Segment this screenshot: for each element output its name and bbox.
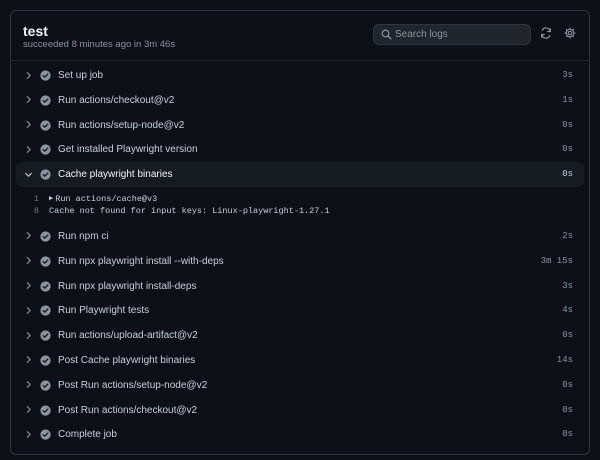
success-check-icon (40, 231, 51, 242)
step-duration: 2s (562, 230, 573, 241)
chevron-down-icon[interactable] (21, 167, 35, 181)
refresh-icon (540, 26, 552, 44)
step-name: Run npx playwright install --with-deps (58, 255, 224, 267)
step-row[interactable]: Run npx playwright install-deps 3s (11, 274, 589, 299)
success-check-icon (40, 70, 51, 81)
step-log-output: 1 ▶ Run actions/cache@v3 8 Cache not found f… (11, 187, 589, 224)
log-line: 8 Cache not found for input keys: Linux-p… (11, 205, 589, 217)
log-line-text: Run actions/cache@v3 (55, 193, 158, 204)
search-logs-input[interactable] (395, 25, 525, 44)
log-line-number[interactable]: 8 (11, 206, 49, 216)
log-line[interactable]: 1 ▶ Run actions/cache@v3 (11, 193, 589, 205)
step-row[interactable]: Run actions/setup-node@v2 0s (11, 113, 589, 138)
steps-list: Set up job 3s Run actions/checkout@v2 1s Run… (11, 63, 589, 447)
step-row[interactable]: Post Run actions/checkout@v2 0s (11, 398, 589, 423)
step-name: Set up job (58, 70, 104, 81)
step-name: Get installed Playwright version (58, 144, 198, 156)
step-duration: 0s (562, 144, 573, 155)
step-duration: 0s (562, 379, 573, 390)
chevron-right-icon[interactable] (21, 403, 35, 417)
success-check-icon (40, 330, 51, 341)
step-duration: 3m 15s (540, 255, 573, 266)
job-status-summary: succeeded 8 minutes ago in 3m 46s (23, 39, 176, 50)
expand-triangle-icon[interactable]: ▶ (49, 194, 53, 203)
success-check-icon (40, 169, 51, 180)
job-log-panel: test succeeded 8 minutes ago in 3m 46s S… (10, 10, 590, 455)
step-name: Run actions/checkout@v2 (58, 94, 175, 106)
step-row[interactable]: Run Playwright tests 4s (11, 298, 589, 323)
step-name: Post Run actions/setup-node@v2 (58, 379, 208, 391)
success-check-icon (40, 95, 51, 106)
success-check-icon (40, 404, 51, 416)
step-name: Post Cache playwright binaries (58, 354, 196, 366)
success-check-icon (40, 380, 51, 391)
job-header: test succeeded 8 minutes ago in 3m 46s (11, 11, 589, 61)
gear-icon (564, 26, 576, 44)
step-duration: 0s (562, 429, 573, 440)
step-duration: 4s (562, 305, 573, 316)
step-row[interactable]: Run npx playwright install --with-deps 3m… (11, 249, 589, 274)
step-name: Cache playwright binaries (58, 169, 173, 181)
step-row[interactable]: Set up job 3s (11, 63, 589, 88)
step-name: Run npx playwright install-deps (58, 280, 197, 292)
step-duration: 0s (562, 404, 573, 415)
log-line-number[interactable]: 1 (11, 194, 49, 204)
step-name: Complete job (58, 429, 117, 441)
success-check-icon (40, 256, 51, 267)
step-duration: 0s (562, 169, 573, 180)
settings-button[interactable] (562, 27, 578, 43)
chevron-right-icon[interactable] (21, 279, 35, 293)
step-row[interactable]: Post Run actions/setup-node@v2 0s (11, 373, 589, 398)
chevron-right-icon[interactable] (21, 378, 35, 392)
step-duration: 0s (562, 119, 573, 130)
chevron-right-icon[interactable] (21, 303, 35, 317)
search-icon (377, 24, 395, 45)
chevron-right-icon[interactable] (21, 142, 35, 156)
success-check-icon (40, 119, 51, 131)
step-duration: 1s (562, 94, 573, 105)
success-check-icon (40, 429, 51, 441)
success-check-icon (40, 144, 51, 156)
chevron-right-icon[interactable] (21, 328, 35, 342)
chevron-right-icon[interactable] (21, 427, 35, 441)
step-duration: 3s (562, 280, 573, 291)
step-row[interactable]: Complete job 0s (11, 422, 589, 447)
step-name: Run npm ci (58, 230, 109, 242)
chevron-right-icon[interactable] (21, 353, 35, 367)
step-row[interactable]: Get installed Playwright version 0s (11, 137, 589, 162)
step-duration: 0s (562, 330, 573, 341)
step-name: Post Run actions/checkout@v2 (58, 404, 198, 416)
chevron-right-icon[interactable] (21, 254, 35, 268)
success-check-icon (40, 280, 51, 292)
job-title: test (23, 23, 48, 39)
chevron-right-icon[interactable] (21, 93, 35, 107)
step-duration: 3s (562, 70, 573, 80)
search-logs-box[interactable] (373, 24, 531, 45)
step-name: Run actions/setup-node@v2 (58, 119, 185, 131)
success-check-icon (40, 355, 51, 366)
log-line-text: Cache not found for input keys: Linux-pl… (49, 205, 330, 216)
step-row[interactable]: Run npm ci 2s (11, 224, 589, 249)
step-name: Run Playwright tests (58, 305, 150, 317)
step-duration: 14s (556, 354, 573, 365)
step-row[interactable]: Cache playwright binaries 0s (16, 162, 584, 187)
chevron-right-icon[interactable] (21, 118, 35, 132)
chevron-right-icon[interactable] (21, 229, 35, 243)
chevron-right-icon[interactable] (21, 68, 35, 82)
step-row[interactable]: Post Cache playwright binaries 14s (11, 348, 589, 373)
step-row[interactable]: Run actions/checkout@v2 1s (11, 88, 589, 113)
success-check-icon (40, 305, 51, 317)
step-name: Run actions/upload-artifact@v2 (58, 330, 198, 342)
refresh-button[interactable] (538, 27, 554, 43)
step-row[interactable]: Run actions/upload-artifact@v2 0s (11, 323, 589, 348)
